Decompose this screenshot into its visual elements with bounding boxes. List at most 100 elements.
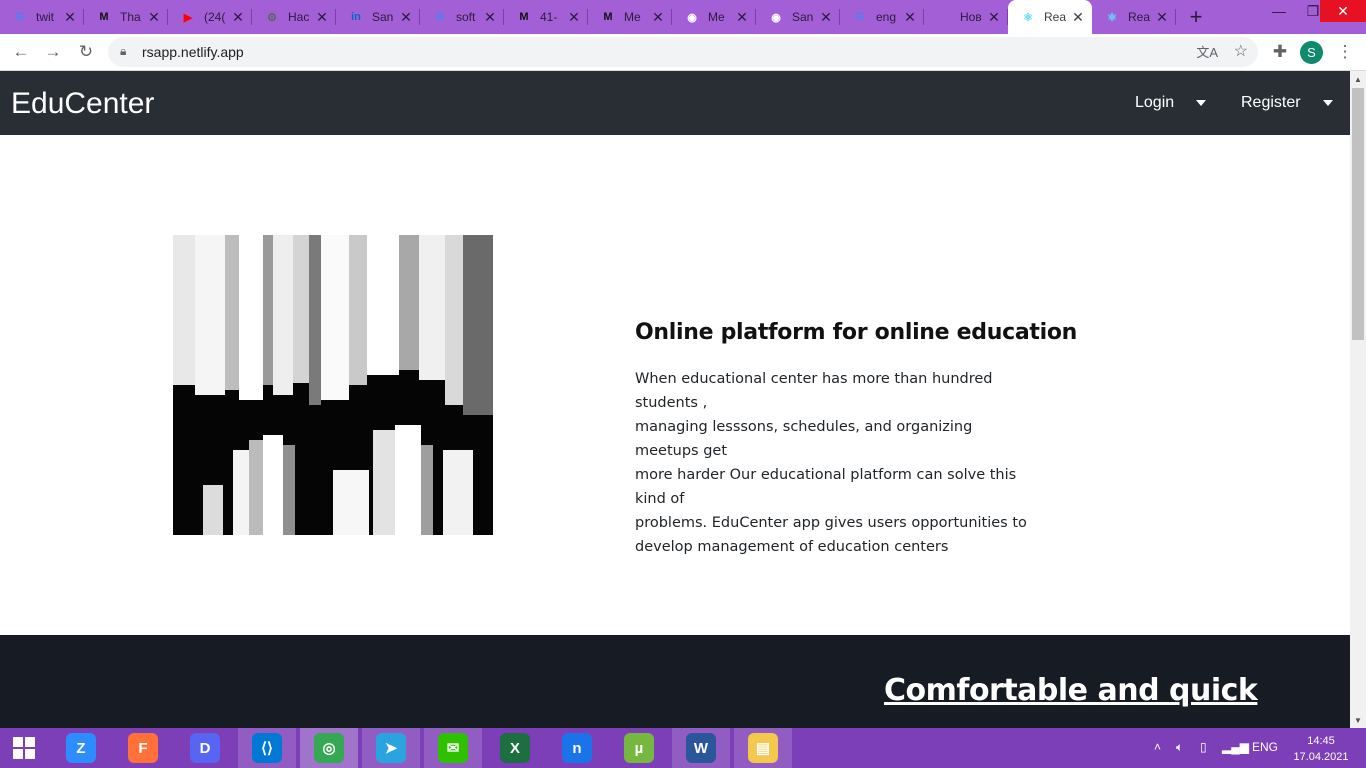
medium-icon: M <box>603 11 613 23</box>
tab-close-icon[interactable]: ✕ <box>986 9 1002 26</box>
taskbar-app-discord[interactable]: D <box>176 728 234 768</box>
vscode-icon: ⟨⟩ <box>252 733 282 763</box>
tab-title: San <box>372 10 394 24</box>
reload-icon[interactable]: ↻ <box>74 40 98 64</box>
minimize-icon[interactable]: — <box>1262 0 1296 22</box>
forward-icon[interactable]: → <box>41 40 65 64</box>
language-indicator[interactable]: ENG <box>1252 740 1278 754</box>
tab-close-icon[interactable]: ✕ <box>398 9 414 26</box>
discord-icon: D <box>190 733 220 763</box>
bookmark-star-icon[interactable]: ☆ <box>1234 41 1248 61</box>
features-section: Comfortable and quick <box>0 635 1350 728</box>
new-tab-button[interactable]: + <box>1176 0 1216 34</box>
taskbar-app-utorrent[interactable]: µ <box>610 728 668 768</box>
clock[interactable]: 14:45 17.04.2021 <box>1292 733 1350 765</box>
taskbar-app-wechat[interactable]: ✉ <box>424 728 482 768</box>
browser-tab[interactable]: ⚛ Rea ✕ <box>1008 0 1092 34</box>
taskbar-app-chrome[interactable]: ◎ <box>300 728 358 768</box>
profile-avatar[interactable]: S <box>1300 41 1323 64</box>
browser-tab[interactable]: in San ✕ <box>336 0 420 34</box>
windows-logo-icon <box>13 737 35 759</box>
menu-icon[interactable]: ⋮ <box>1333 40 1357 64</box>
address-bar[interactable]: 🔒︎ rsapp.netlify.app 文A ☆ <box>108 37 1258 67</box>
taskbar-app-telegram[interactable]: ➤ <box>362 728 420 768</box>
brand-logo[interactable]: EduCenter <box>11 87 154 121</box>
browser-tab[interactable]: ◉ Me ✕ <box>672 0 756 34</box>
tab-close-icon[interactable]: ✕ <box>1070 9 1086 26</box>
hero-text-line: managing lesssons, schedules, and organi… <box>635 419 973 459</box>
tab-close-icon[interactable]: ✕ <box>482 9 498 26</box>
browser-tab[interactable]: ⚙ Нас ✕ <box>252 0 336 34</box>
linkedin-icon: in <box>351 11 361 23</box>
register-label: Register <box>1241 94 1301 111</box>
volume-icon[interactable]: 🔈︎ <box>1176 740 1183 755</box>
hero-title: Online platform for online education <box>635 320 1078 345</box>
browser-tab[interactable]: Gsoft ✕ <box>420 0 504 34</box>
scroll-thumb[interactable] <box>1352 88 1364 340</box>
taskbar-app-zoom[interactable]: Z <box>52 728 110 768</box>
battery-icon[interactable]: ▯ <box>1200 740 1207 754</box>
window-close-icon[interactable]: ✕ <box>1320 0 1366 22</box>
tab-close-icon[interactable]: ✕ <box>314 9 330 26</box>
browser-tab[interactable]: ⚛ Rea ✕ <box>1092 0 1176 34</box>
taskbar-app-word[interactable]: W <box>672 728 730 768</box>
tray-chevron-icon[interactable]: ˄ <box>1154 740 1161 754</box>
login-label: Login <box>1135 94 1175 111</box>
camera-icon: ◉ <box>771 11 781 24</box>
login-dropdown[interactable]: Login <box>1135 94 1207 112</box>
tab-title: Me <box>708 10 725 24</box>
taskbar-app-vscode[interactable]: ⟨⟩ <box>238 728 296 768</box>
tab-title: San <box>792 10 814 24</box>
translate-icon[interactable]: 文A <box>1196 42 1218 61</box>
url-text: rsapp.netlify.app <box>142 44 244 60</box>
extensions-icon[interactable]: ✚ <box>1268 40 1292 64</box>
browser-tab[interactable]: ▶ (24(✕ <box>168 0 252 34</box>
tab-title: Новая в <box>960 10 982 24</box>
react-icon: ⚛ <box>1023 11 1033 24</box>
start-button[interactable] <box>0 728 48 768</box>
file-explorer-icon: ▤ <box>748 733 778 763</box>
tab-close-icon[interactable]: ✕ <box>818 9 834 26</box>
scroll-up-icon[interactable]: ▲ <box>1350 71 1366 87</box>
browser-tab[interactable]: Gtwit ✕ <box>0 0 84 34</box>
tab-close-icon[interactable]: ✕ <box>566 9 582 26</box>
browser-tab[interactable]: M Tha ✕ <box>84 0 168 34</box>
tab-close-icon[interactable]: ✕ <box>146 9 162 26</box>
browser-tab[interactable]: M Me ✕ <box>588 0 672 34</box>
back-icon[interactable]: ← <box>9 40 33 64</box>
browser-tab[interactable]: Новая в ✕ <box>924 0 1008 34</box>
wechat-icon: ✉ <box>438 733 468 763</box>
tab-close-icon[interactable]: ✕ <box>1154 9 1170 26</box>
tab-close-icon[interactable]: ✕ <box>650 9 666 26</box>
page-viewport: EduCenter Login Register Online platform… <box>0 71 1350 728</box>
tab-close-icon[interactable]: ✕ <box>902 9 918 26</box>
clock-time: 14:45 <box>1307 735 1335 747</box>
browser-tab[interactable]: M 41- ✕ <box>504 0 588 34</box>
browser-tab[interactable]: Geng ✕ <box>840 0 924 34</box>
site-navbar: EduCenter Login Register <box>0 71 1350 135</box>
windows-taskbar: ˄ 🔈︎ ▯ ▂▄▆ ENG 14:45 17.04.2021 Z F D ⟨⟩ ◎ ➤ ✉… <box>0 728 1366 768</box>
google-icon: G <box>435 11 445 23</box>
gear-icon: ⚙ <box>267 11 277 24</box>
hero-text-line: When educational center has more than hu… <box>635 371 993 411</box>
tab-title: Rea <box>1044 10 1066 24</box>
tab-close-icon[interactable]: ✕ <box>62 9 78 26</box>
notion-icon: n <box>562 733 592 763</box>
hero-text-line: develop management of education centers <box>635 539 949 555</box>
hero-text-line: problems. EduCenter app gives users oppo… <box>635 515 1027 531</box>
taskbar-app-excel[interactable]: X <box>486 728 544 768</box>
features-title: Comfortable and quick <box>884 673 1258 708</box>
taskbar-app-notion[interactable]: n <box>548 728 606 768</box>
network-icon[interactable]: ▂▄▆ <box>1222 740 1249 754</box>
hero-text-line: more harder Our educational platform can… <box>635 467 1017 507</box>
tab-close-icon[interactable]: ✕ <box>734 9 750 26</box>
tab-title: twit <box>36 10 54 24</box>
tab-close-icon[interactable]: ✕ <box>230 9 246 26</box>
register-dropdown[interactable]: Register <box>1241 94 1333 112</box>
browser-tab[interactable]: ◉ San ✕ <box>756 0 840 34</box>
taskbar-app-firefox[interactable]: F <box>114 728 172 768</box>
scroll-down-icon[interactable]: ▼ <box>1350 712 1366 728</box>
page-scrollbar[interactable]: ▲ ▼ <box>1350 71 1366 728</box>
taskbar-app-file-explorer[interactable]: ▤ <box>734 728 792 768</box>
excel-icon: X <box>500 733 530 763</box>
